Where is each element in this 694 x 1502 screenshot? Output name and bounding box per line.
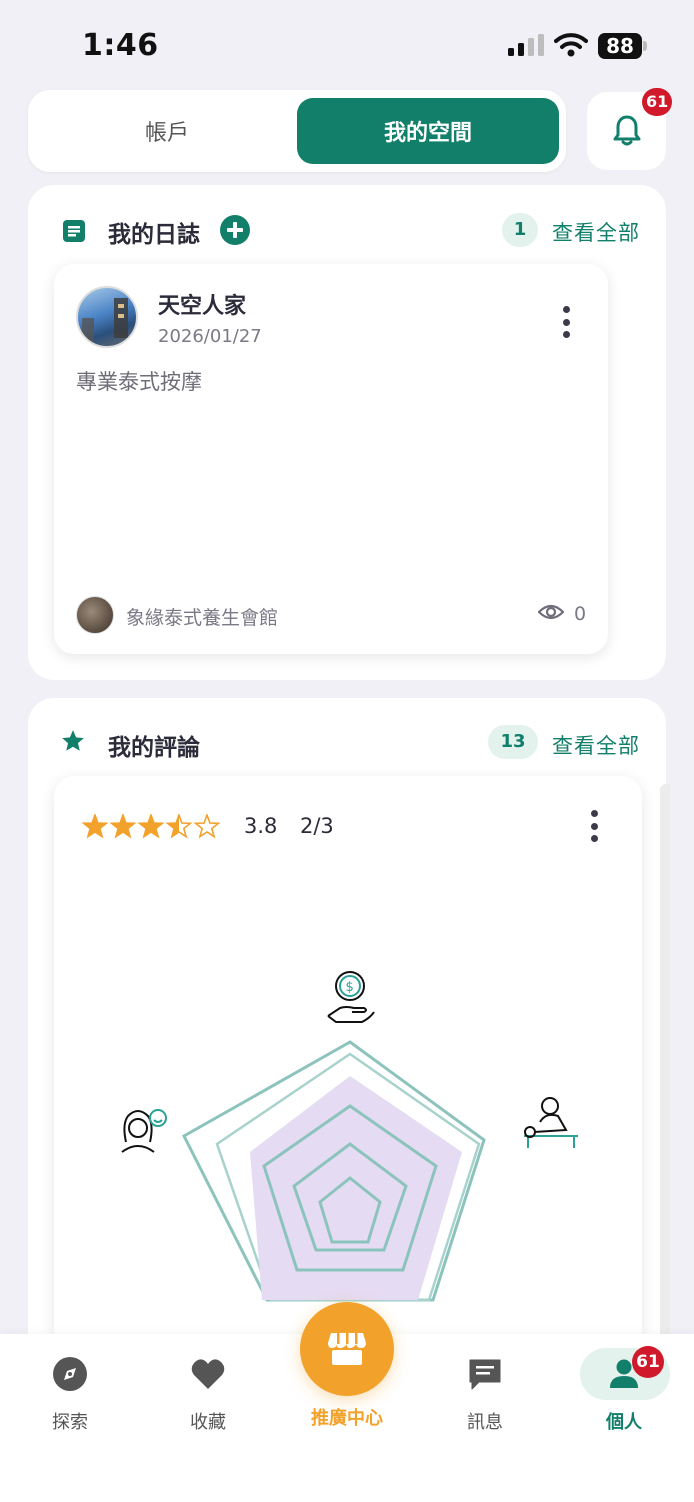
diary-text: 專業泰式按摩	[76, 370, 202, 394]
wifi-icon	[554, 33, 588, 57]
rating-star	[165, 814, 193, 839]
shop-avatar	[76, 596, 114, 634]
diary-view-all[interactable]: 查看全部	[552, 217, 640, 247]
diary-date: 2026/01/27	[158, 326, 262, 347]
radar-chart: $	[121, 971, 578, 1302]
chat-icon	[469, 1359, 501, 1390]
tab-my-space[interactable]: 我的空間	[297, 98, 559, 164]
rating-stars	[82, 814, 221, 839]
review-title: 我的評論	[108, 735, 200, 761]
rating-value: 3.8	[244, 814, 278, 838]
shop-name[interactable]: 象緣泰式養生會館	[126, 603, 278, 630]
notification-badge: 61	[642, 88, 673, 116]
diary-card[interactable]: 天空人家 2026/01/27 專業泰式按摩 象緣泰式養生會館 0	[54, 264, 608, 654]
battery-icon: 88	[598, 33, 648, 59]
nav-profile-label: 個人	[606, 1412, 642, 1433]
review-more-icon[interactable]	[582, 806, 606, 846]
review-card[interactable]: 3.8 2/3 $	[54, 776, 642, 1336]
store-icon	[328, 1333, 366, 1365]
battery-level: 88	[598, 33, 642, 59]
journal-icon	[63, 220, 85, 242]
nav-promo-label: 推廣中心	[311, 1408, 383, 1429]
review-page: 2/3	[300, 814, 334, 838]
rating-star	[137, 814, 165, 839]
eye-icon	[538, 604, 564, 620]
diary-more-icon[interactable]	[554, 302, 578, 342]
diary-title: 我的日誌	[108, 222, 200, 248]
star-icon	[62, 730, 84, 751]
author-name: 天空人家	[158, 294, 247, 319]
diary-count: 1	[502, 213, 538, 247]
segmented-tabs: 帳戶 我的空間	[28, 90, 566, 172]
svg-text:$: $	[346, 980, 354, 995]
review-count: 13	[488, 725, 538, 759]
customer-satisfaction-icon	[121, 1109, 167, 1153]
review-view-all[interactable]: 查看全部	[552, 730, 640, 760]
author-avatar	[76, 286, 138, 348]
massage-icon	[524, 1097, 578, 1148]
signal-icon	[508, 34, 544, 56]
status-time: 1:46	[82, 28, 159, 63]
add-diary-icon[interactable]	[220, 215, 250, 245]
bell-icon	[613, 115, 640, 146]
nav-explore-label: 探索	[52, 1412, 88, 1433]
view-count: 0	[574, 603, 587, 625]
rating-star	[82, 814, 109, 839]
next-review-card-peek[interactable]	[660, 784, 670, 1336]
price-icon: $	[327, 971, 375, 1023]
nav-favorites-label: 收藏	[190, 1412, 226, 1433]
rating-star	[193, 814, 221, 839]
rating-star	[109, 814, 137, 839]
profile-badge: 61	[632, 1346, 664, 1378]
nav-messages-label: 訊息	[467, 1412, 503, 1433]
notification-button[interactable]: 61	[587, 88, 673, 170]
tab-account[interactable]: 帳戶	[36, 98, 298, 164]
compass-icon	[53, 1357, 87, 1391]
heart-icon	[191, 1359, 225, 1389]
promo-center-button[interactable]	[300, 1302, 394, 1396]
